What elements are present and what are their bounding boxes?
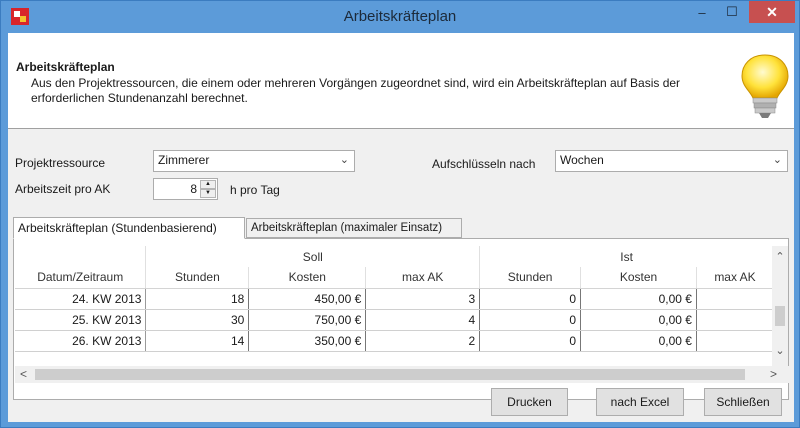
data-grid: Soll Ist Datum/Zeitraum Stunden Kosten m… [15,246,774,366]
table-cell[interactable]: 30 [145,309,250,331]
resource-value: Zimmerer [158,153,210,167]
breakdown-label: Aufschlüsseln nach [432,157,536,171]
breakdown-value: Wochen [560,153,604,167]
table-cell[interactable]: 25. KW 2013 [15,309,147,331]
column-header[interactable]: Datum/Zeitraum [15,267,147,289]
dialog-header: Arbeitskräfteplan Aus den Projektressour… [8,33,794,129]
table-cell[interactable]: 0 [479,288,582,310]
worktime-stepper[interactable]: 8 ▲ ▼ [153,178,218,200]
table-cell[interactable]: 3 [365,288,481,310]
table-cell[interactable]: 26. KW 2013 [15,330,147,352]
worktime-unit: h pro Tag [230,183,280,197]
tab-stundenbasierend[interactable]: Arbeitskräfteplan (Stundenbasierend) [13,217,245,239]
stepper-down-icon[interactable]: ▼ [200,189,216,198]
table-cell[interactable]: 2 [365,330,481,352]
table-row[interactable]: 25. KW 2013 30 750,00 € 4 0 0,00 € [15,309,774,331]
dialog-client: Arbeitskräfteplan Aus den Projektressour… [8,33,794,422]
vertical-scrollbar[interactable]: ⌃ ⌄ [772,246,788,366]
horizontal-scrollbar[interactable]: < > [15,366,789,383]
table-row[interactable]: 26. KW 2013 14 350,00 € 2 0 0,00 € [15,330,774,352]
chevron-up-icon[interactable]: ⌃ [772,250,788,263]
table-cell[interactable]: 0 [479,330,582,352]
table-cell[interactable] [696,288,774,310]
table-cell[interactable]: 14 [145,330,250,352]
resource-label: Projektressource [15,156,106,170]
column-header[interactable]: max AK [696,267,774,289]
chevron-down-icon: ⌄ [772,154,782,166]
table-cell[interactable]: 350,00 € [248,330,367,352]
table-cell[interactable]: 18 [145,288,250,310]
table-cell[interactable]: 4 [365,309,481,331]
close-button[interactable]: Schließen [704,388,782,416]
table-cell[interactable]: 0,00 € [580,330,697,352]
column-header[interactable]: Kosten [580,267,697,289]
column-header[interactable]: max AK [365,267,481,289]
worktime-value: 8 [190,182,197,196]
chevron-down-icon[interactable]: ⌄ [772,344,788,357]
column-header-row: Datum/Zeitraum Stunden Kosten max AK Stu… [15,267,774,289]
breakdown-select[interactable]: Wochen ⌄ [555,150,788,172]
group-header-row: Soll Ist [15,246,774,267]
table-cell[interactable]: 450,00 € [248,288,367,310]
horizontal-scroll-thumb[interactable] [35,369,745,380]
table-cell[interactable]: 750,00 € [248,309,367,331]
column-header[interactable]: Kosten [248,267,367,289]
tab-panel: Soll Ist Datum/Zeitraum Stunden Kosten m… [13,238,789,400]
column-header[interactable]: Stunden [145,267,250,289]
maximize-button[interactable]: ☐ [717,1,747,23]
dialog-window: Arbeitskräfteplan – ☐ ✕ Arbeitskräftepla… [0,0,800,428]
lightbulb-icon [741,54,789,118]
table-cell[interactable]: 24. KW 2013 [15,288,147,310]
table-row[interactable]: 24. KW 2013 18 450,00 € 3 0 0,00 € [15,288,774,310]
print-button[interactable]: Drucken [491,388,568,416]
chevron-right-icon[interactable]: > [770,367,777,381]
table-cell[interactable]: 0,00 € [580,288,697,310]
title-bar: Arbeitskräfteplan – ☐ ✕ [1,1,799,33]
tab-maximaler-einsatz[interactable]: Arbeitskräfteplan (maximaler Einsatz) [246,218,462,238]
window-title: Arbeitskräfteplan [343,8,457,25]
group-header-empty [15,246,147,267]
header-title: Arbeitskräfteplan [16,60,115,74]
stepper-up-icon[interactable]: ▲ [200,180,216,189]
minimize-button[interactable]: – [687,1,717,23]
vertical-scroll-thumb[interactable] [775,306,785,326]
table-cell[interactable]: 0,00 € [580,309,697,331]
worktime-label: Arbeitszeit pro AK [15,182,111,196]
resource-select[interactable]: Zimmerer ⌄ [153,150,355,172]
table-cell[interactable] [696,309,774,331]
chevron-left-icon[interactable]: < [20,367,27,381]
chevron-down-icon: ⌄ [339,154,349,166]
header-description: Aus den Projektressourcen, die einem ode… [31,76,681,105]
group-header-soll: Soll [145,246,481,267]
table-cell[interactable] [696,330,774,352]
group-header-ist: Ist [479,246,774,267]
close-window-button[interactable]: ✕ [749,1,795,23]
column-header[interactable]: Stunden [479,267,582,289]
export-excel-button[interactable]: nach Excel [596,388,684,416]
table-cell[interactable]: 0 [479,309,582,331]
